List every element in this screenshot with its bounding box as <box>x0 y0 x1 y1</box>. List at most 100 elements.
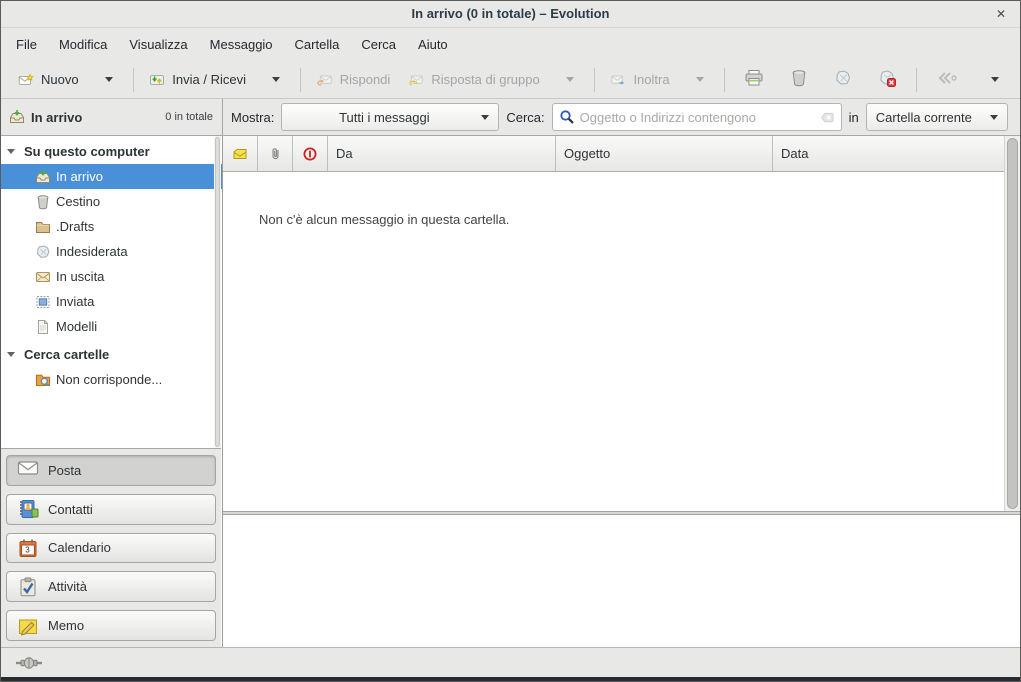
search-entry[interactable] <box>552 103 842 131</box>
forward-dropdown[interactable] <box>679 72 717 87</box>
sidebar-item-in-arrivo[interactable]: In arrivo <box>1 164 222 189</box>
current-folder-name: In arrivo <box>31 110 82 125</box>
expander-icon[interactable] <box>7 149 15 154</box>
dropdown-caret-icon <box>990 115 998 120</box>
column-label: Oggetto <box>564 146 610 161</box>
new-dropdown[interactable] <box>88 72 126 87</box>
search-scope-value: Cartella corrente <box>876 110 986 125</box>
message-list-body[interactable]: Non c'è alcun messaggio in questa cartel… <box>223 172 1004 511</box>
scrollbar-thumb[interactable] <box>215 137 220 447</box>
message-list-scrollbar[interactable] <box>1004 136 1020 511</box>
switcher-calendario-button[interactable]: 3 Calendario <box>6 533 216 564</box>
toolbar-separator <box>724 68 725 92</box>
network-status-icon[interactable] <box>15 656 43 670</box>
print-icon <box>744 69 764 90</box>
tree-group-cerca-cartelle[interactable]: Cerca cartelle <box>1 342 222 367</box>
switcher-label: Attività <box>48 579 87 594</box>
memo-icon <box>17 616 39 636</box>
search-scope-dropdown[interactable]: Cartella corrente <box>866 103 1008 131</box>
folder-label: Modelli <box>56 319 97 334</box>
folder-sidebar: Su questo computer In arrivo Cestino <box>1 136 223 647</box>
show-filter-value: Tutti i messaggi <box>291 110 477 125</box>
attachment-icon <box>268 146 283 161</box>
toolbar-overflow-button[interactable] <box>974 72 1012 87</box>
switcher-attivita-button[interactable]: Attività <box>6 571 216 602</box>
sidebar-scrollbar[interactable] <box>214 136 221 448</box>
column-oggetto[interactable]: Oggetto <box>556 136 773 172</box>
dropdown-caret-icon <box>566 77 574 82</box>
switcher-label: Contatti <box>48 502 93 517</box>
folder-label: In uscita <box>56 269 104 284</box>
not-junk-icon <box>878 69 896 90</box>
outbox-icon <box>35 269 51 285</box>
switcher-label: Posta <box>48 463 81 478</box>
tree-group-on-this-computer[interactable]: Su questo computer <box>1 139 222 164</box>
new-button[interactable]: Nuovo <box>9 68 88 92</box>
show-filter-dropdown[interactable]: Tutti i messaggi <box>281 103 499 131</box>
view-switcher: Posta Contatti 3 Calendario <box>1 448 221 647</box>
search-icon <box>559 109 575 125</box>
switcher-memo-button[interactable]: Memo <box>6 610 216 641</box>
print-button[interactable] <box>731 64 777 95</box>
reply-group-button[interactable]: Risposta di gruppo <box>399 68 548 92</box>
sidebar-item-indesiderata[interactable]: Indesiderata <box>1 239 222 264</box>
svg-text:3: 3 <box>25 546 30 555</box>
folder-label: In arrivo <box>56 169 103 184</box>
previous-message-button[interactable] <box>924 66 974 93</box>
toolbar: Nuovo Invia / Ricevi Rispondi Risposta d… <box>1 61 1020 99</box>
tree-group-label: Su questo computer <box>24 144 150 159</box>
folder-label: Indesiderata <box>56 244 128 259</box>
menu-bar: File Modifica Visualizza Messaggio Carte… <box>1 28 1020 61</box>
switcher-contatti-button[interactable]: Contatti <box>6 494 216 525</box>
show-label: Mostra: <box>231 110 274 125</box>
folder-label: Non corrisponde... <box>56 372 162 387</box>
column-data[interactable]: Data <box>773 136 1004 172</box>
close-button[interactable]: ✕ <box>992 5 1010 23</box>
sidebar-item-drafts[interactable]: .Drafts <box>1 214 222 239</box>
column-da[interactable]: Da <box>328 136 556 172</box>
dropdown-caret-icon <box>696 77 704 82</box>
message-status-icon <box>232 146 248 162</box>
column-priority[interactable] <box>293 136 328 172</box>
message-list-pane: Da Oggetto Data Non c'è alcun messaggio … <box>223 136 1020 511</box>
tasks-icon <box>17 577 39 597</box>
column-label: Da <box>336 146 353 161</box>
filter-controls: Mostra: Tutti i messaggi Cerca: in Carte… <box>223 99 1020 135</box>
send-receive-button[interactable]: Invia / Ricevi <box>140 68 255 92</box>
expander-icon[interactable] <box>7 352 15 357</box>
menu-modifica[interactable]: Modifica <box>48 30 118 59</box>
sidebar-item-cestino[interactable]: Cestino <box>1 189 222 214</box>
send-receive-dropdown[interactable] <box>255 72 293 87</box>
new-button-label: Nuovo <box>41 72 79 87</box>
reply-button[interactable]: Rispondi <box>308 68 400 92</box>
trash-icon <box>35 194 51 210</box>
menu-messaggio[interactable]: Messaggio <box>199 30 284 59</box>
folder-label: .Drafts <box>56 219 94 234</box>
menu-cerca[interactable]: Cerca <box>350 30 407 59</box>
switcher-posta-button[interactable]: Posta <box>6 455 216 486</box>
not-junk-button[interactable] <box>865 64 909 95</box>
menu-file[interactable]: File <box>5 30 48 59</box>
forward-button[interactable]: Inoltra <box>601 68 678 92</box>
scrollbar-thumb[interactable] <box>1007 138 1018 509</box>
toolbar-separator <box>916 68 917 92</box>
search-input[interactable] <box>580 110 815 125</box>
folder-tree: Su questo computer In arrivo Cestino <box>1 136 222 448</box>
mail-icon <box>17 460 39 480</box>
sidebar-item-modelli[interactable]: Modelli <box>1 314 222 339</box>
toolbar-separator <box>133 68 134 92</box>
column-message-status[interactable] <box>223 136 258 172</box>
menu-cartella[interactable]: Cartella <box>284 30 351 59</box>
clear-search-icon[interactable] <box>820 110 835 125</box>
delete-button[interactable] <box>777 64 821 95</box>
sidebar-item-non-corrisponde[interactable]: Non corrisponde... <box>1 367 222 392</box>
menu-aiuto[interactable]: Aiuto <box>407 30 459 59</box>
sidebar-item-inviata[interactable]: Inviata <box>1 289 222 314</box>
menu-visualizza[interactable]: Visualizza <box>118 30 198 59</box>
column-attachment[interactable] <box>258 136 293 172</box>
reply-button-label: Rispondi <box>340 72 391 87</box>
status-bar <box>1 647 1020 677</box>
junk-button[interactable] <box>821 64 865 95</box>
sidebar-item-in-uscita[interactable]: In uscita <box>1 264 222 289</box>
reply-group-dropdown[interactable] <box>549 72 587 87</box>
